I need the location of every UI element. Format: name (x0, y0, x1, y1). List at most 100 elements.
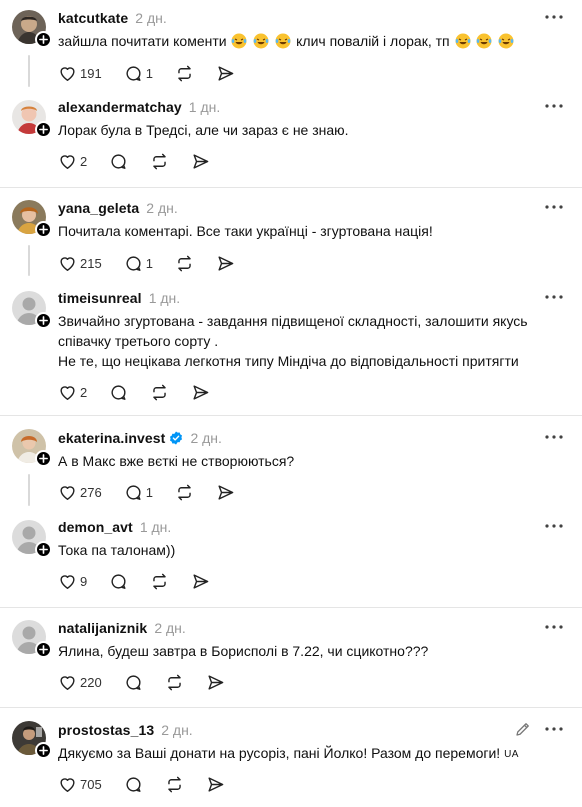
repost-button[interactable] (175, 63, 194, 83)
repost-button[interactable] (150, 151, 169, 171)
comment-icon (111, 384, 126, 400)
more-button[interactable] (544, 8, 564, 26)
post-text: зайшла почитати коменти клич повалій і л… (58, 31, 558, 51)
share-button[interactable] (191, 382, 210, 402)
reply-button[interactable]: 1 (124, 482, 153, 502)
follow-button[interactable] (35, 312, 52, 329)
timestamp[interactable]: 2 дн. (190, 430, 221, 446)
post-actions: 2 (58, 151, 232, 171)
follow-button[interactable] (35, 742, 52, 759)
share-button[interactable] (216, 253, 235, 273)
username[interactable]: demon_avt (58, 519, 133, 535)
repost-button[interactable] (165, 774, 184, 794)
more-button[interactable] (544, 97, 564, 115)
repost-button[interactable] (165, 672, 184, 692)
like-button[interactable]: 215 (58, 253, 102, 273)
more-dots-icon (545, 15, 563, 19)
avatar[interactable] (12, 100, 52, 138)
username[interactable]: natalijaniznik (58, 620, 147, 636)
username[interactable]: timeisunreal (58, 290, 142, 306)
follow-button[interactable] (35, 541, 52, 558)
rofl-emoji-icon (231, 33, 247, 49)
avatar[interactable] (12, 620, 52, 658)
follow-button[interactable] (35, 641, 52, 658)
send-icon (218, 484, 234, 500)
more-button[interactable] (544, 720, 564, 738)
more-dots-icon (545, 104, 563, 108)
avatar[interactable] (12, 291, 52, 329)
timestamp[interactable]: 1 дн. (140, 519, 171, 535)
reply-button[interactable] (109, 382, 128, 402)
rofl-emoji-icon (476, 33, 492, 49)
post-actions: 2 (58, 382, 232, 402)
like-count: 2 (80, 384, 88, 400)
more-dots-icon (545, 205, 563, 209)
avatar[interactable] (12, 200, 52, 238)
reply-button[interactable] (124, 672, 143, 692)
share-button[interactable] (216, 482, 235, 502)
more-button[interactable] (544, 198, 564, 216)
follow-button[interactable] (35, 221, 52, 238)
timestamp[interactable]: 1 дн. (149, 290, 180, 306)
more-button[interactable] (544, 288, 564, 306)
more-button[interactable] (544, 517, 564, 535)
plus-icon (39, 125, 48, 134)
thread-2: yana_geleta 2 дн. Почитала коментарі. Вс… (0, 188, 582, 415)
reply-button[interactable] (109, 571, 128, 591)
username[interactable]: katcutkate (58, 10, 128, 26)
more-button[interactable] (544, 618, 564, 636)
avatar[interactable] (12, 429, 52, 467)
share-button[interactable] (216, 63, 235, 83)
follow-button[interactable] (35, 450, 52, 467)
post-actions: 220 (58, 672, 247, 692)
post-text: Лорак була в Тредсі, але чи зараз є не з… (58, 122, 349, 138)
like-button[interactable]: 2 (58, 151, 87, 171)
repost-button[interactable] (175, 482, 194, 502)
reply-button[interactable]: 1 (124, 63, 153, 83)
pencil-icon[interactable] (514, 720, 532, 738)
like-button[interactable]: 9 (58, 571, 87, 591)
plus-icon (39, 645, 48, 654)
like-button[interactable]: 276 (58, 482, 102, 502)
avatar[interactable] (12, 10, 52, 48)
avatar[interactable] (12, 721, 52, 759)
like-button[interactable]: 220 (58, 672, 102, 692)
timestamp[interactable]: 2 дн. (135, 10, 166, 26)
follow-button[interactable] (35, 31, 52, 48)
username[interactable]: ekaterina.invest (58, 430, 165, 446)
share-button[interactable] (206, 774, 225, 794)
like-button[interactable]: 191 (58, 63, 102, 83)
reply-button[interactable] (124, 774, 143, 794)
comment-icon (111, 573, 126, 589)
comment-icon (126, 674, 141, 690)
heart-icon (60, 385, 75, 400)
plus-icon (39, 454, 48, 463)
heart-icon (60, 256, 75, 271)
reply-button[interactable]: 1 (124, 253, 153, 273)
repost-icon (178, 65, 191, 81)
heart-icon (60, 154, 75, 169)
thread-connector (28, 55, 30, 87)
username[interactable]: prostostas_13 (58, 722, 154, 738)
timestamp[interactable]: 2 дн. (146, 200, 177, 216)
like-button[interactable]: 2 (58, 382, 87, 402)
username[interactable]: alexandermatchay (58, 99, 182, 115)
repost-icon (153, 573, 166, 589)
avatar[interactable] (12, 520, 52, 558)
timestamp[interactable]: 1 дн. (189, 99, 220, 115)
follow-button[interactable] (35, 121, 52, 138)
repost-button[interactable] (175, 253, 194, 273)
share-button[interactable] (191, 571, 210, 591)
username[interactable]: yana_geleta (58, 200, 139, 216)
like-button[interactable]: 705 (58, 774, 102, 794)
post-text: Почитала коментарі. Все таки українці - … (58, 223, 433, 239)
share-button[interactable] (206, 672, 225, 692)
repost-button[interactable] (150, 571, 169, 591)
heart-icon (60, 675, 75, 690)
more-button[interactable] (544, 428, 564, 446)
reply-button[interactable] (109, 151, 128, 171)
timestamp[interactable]: 2 дн. (154, 620, 185, 636)
timestamp[interactable]: 2 дн. (161, 722, 192, 738)
repost-button[interactable] (150, 382, 169, 402)
share-button[interactable] (191, 151, 210, 171)
